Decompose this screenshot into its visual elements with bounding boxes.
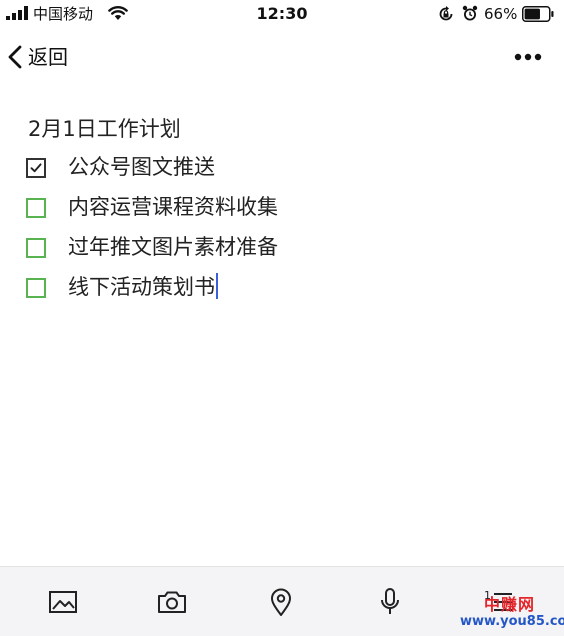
location-button[interactable] xyxy=(264,585,298,619)
voice-input-button[interactable] xyxy=(373,585,407,619)
todo-item[interactable]: 公众号图文推送 xyxy=(0,150,564,190)
unchecked-checkbox[interactable] xyxy=(26,198,46,218)
todo-item-text[interactable]: 公众号图文推送 xyxy=(68,152,215,182)
todo-item-text: 线下活动策划书 xyxy=(68,275,215,299)
camera-button[interactable] xyxy=(155,585,189,619)
more-horizontal-icon[interactable] xyxy=(508,46,548,68)
todo-item[interactable]: 线下活动策划书 xyxy=(0,270,564,310)
rotation-lock-icon xyxy=(439,6,453,21)
back-label: 返回 xyxy=(28,45,68,69)
battery-percent: 66% xyxy=(484,5,518,23)
status-bar: 中国移动 12:30 66% xyxy=(0,0,564,30)
camera-icon xyxy=(158,591,186,613)
image-icon xyxy=(49,591,77,613)
todo-item-text-editing[interactable]: 线下活动策划书 xyxy=(68,272,218,302)
nav-bar: 返回 xyxy=(0,36,564,78)
checkmark-icon xyxy=(30,163,42,173)
todo-item-text[interactable]: 内容运营课程资料收集 xyxy=(68,192,278,222)
battery-icon xyxy=(522,6,554,22)
note-title[interactable]: 2月1日工作计划 xyxy=(28,114,181,144)
todo-item[interactable]: 内容运营课程资料收集 xyxy=(0,190,564,230)
watermark-url: www.you85.com xyxy=(460,614,564,629)
microphone-icon xyxy=(381,588,399,614)
location-icon xyxy=(271,588,291,616)
text-cursor xyxy=(216,273,218,299)
unchecked-checkbox[interactable] xyxy=(26,278,46,298)
insert-image-button[interactable] xyxy=(46,585,80,619)
back-button[interactable]: 返回 xyxy=(8,41,68,73)
watermark: 中赚网 www.you85.com xyxy=(460,596,564,632)
todo-item[interactable]: 过年推文图片素材准备 xyxy=(0,230,564,270)
unchecked-checkbox[interactable] xyxy=(26,238,46,258)
chevron-left-icon xyxy=(8,45,22,69)
todo-item-text[interactable]: 过年推文图片素材准备 xyxy=(68,232,278,262)
checked-checkbox[interactable] xyxy=(26,158,46,178)
watermark-brand: 中赚网 xyxy=(484,595,536,614)
alarm-icon xyxy=(462,5,478,21)
status-time: 12:30 xyxy=(256,4,308,23)
